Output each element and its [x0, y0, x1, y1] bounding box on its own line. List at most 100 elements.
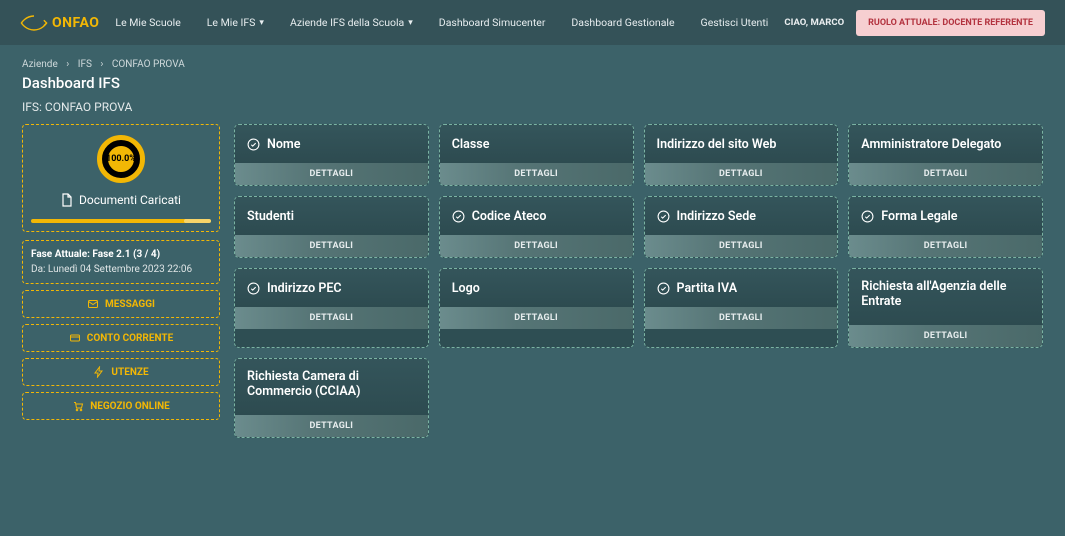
dettagli-button[interactable]: DETTAGLI [235, 163, 428, 185]
card-title: Amministratore Delegato [861, 137, 1001, 152]
sidebar-messaggi-button[interactable]: MESSAGGI [22, 290, 220, 318]
info-card: Codice Ateco DETTAGLI [439, 196, 634, 258]
page-subtitle: IFS: CONFAO PROVA [0, 100, 1065, 124]
dettagli-button[interactable]: DETTAGLI [645, 235, 838, 257]
info-card: Nome DETTAGLI [234, 124, 429, 186]
nav-dashboard-gestionale[interactable]: Dashboard Gestionale [571, 16, 674, 29]
card-title: Partita IVA [677, 281, 738, 296]
dettagli-button[interactable]: DETTAGLI [645, 163, 838, 185]
card-grid: NomeDETTAGLIClasseDETTAGLIIndirizzo del … [234, 124, 1043, 438]
info-card: Indirizzo del sito Web DETTAGLI [644, 124, 839, 186]
documents-panel: 100.0% Documenti Caricati [22, 124, 220, 232]
document-icon [61, 193, 73, 207]
gauge-percent: 100.0% [105, 143, 137, 175]
check-circle-icon [657, 282, 670, 295]
dettagli-button[interactable]: DETTAGLI [440, 235, 633, 257]
dettagli-button[interactable]: DETTAGLI [440, 307, 633, 329]
card-header: Richiesta Camera di Commercio (CCIAA) [235, 359, 428, 415]
info-card: Logo DETTAGLI [439, 268, 634, 348]
card-header: Partita IVA [645, 269, 838, 307]
sidebar-conto-corrente-button[interactable]: CONTO CORRENTE [22, 324, 220, 352]
card-title: Indirizzo Sede [677, 209, 756, 224]
check-circle-icon [861, 210, 874, 223]
card-title: Classe [452, 137, 490, 152]
main-nav: Le Mie Scuole Le Mie IFS▾ Aziende IFS de… [115, 16, 768, 29]
card-header: Indirizzo Sede [645, 197, 838, 235]
progress-gauge: 100.0% [97, 135, 145, 183]
card-title: Richiesta Camera di Commercio (CCIAA) [247, 369, 416, 399]
bank-card-icon [69, 332, 81, 344]
bolt-icon [93, 366, 105, 378]
mail-icon [87, 298, 99, 310]
nav-dashboard-simucenter[interactable]: Dashboard Simucenter [439, 16, 546, 29]
role-badge[interactable]: RUOLO ATTUALE: DOCENTE REFERENTE [856, 10, 1045, 36]
card-header: Forma Legale [849, 197, 1042, 235]
breadcrumb: Aziende › IFS › CONFAO PROVA [0, 45, 1065, 74]
info-card: Richiesta all'Agenzia delle Entrate DETTA… [848, 268, 1043, 348]
dettagli-button[interactable]: DETTAGLI [849, 325, 1042, 347]
card-title: Richiesta all'Agenzia delle Entrate [861, 279, 1030, 309]
info-card: Classe DETTAGLI [439, 124, 634, 186]
main-content: 100.0% Documenti Caricati Fase Attuale: … [0, 124, 1065, 438]
check-circle-icon [247, 138, 260, 151]
crumb-aziende[interactable]: Aziende [22, 59, 58, 70]
card-header: Studenti [235, 197, 428, 235]
sidebar-negozio-online-button[interactable]: NEGOZIO ONLINE [22, 392, 220, 420]
documents-label: Documenti Caricati [79, 193, 181, 207]
card-header: Nome [235, 125, 428, 163]
top-bar: ONFAO Le Mie Scuole Le Mie IFS▾ Aziende … [0, 0, 1065, 45]
card-header: Richiesta all'Agenzia delle Entrate [849, 269, 1042, 325]
phase-current: Fase Attuale: Fase 2.1 (3 / 4) [31, 247, 211, 262]
info-card: Indirizzo PEC DETTAGLI [234, 268, 429, 348]
dettagli-button[interactable]: DETTAGLI [235, 415, 428, 437]
page-title: Dashboard IFS [0, 74, 1065, 100]
chevron-down-icon: ▾ [259, 18, 264, 28]
info-card: Indirizzo Sede DETTAGLI [644, 196, 839, 258]
check-circle-icon [452, 210, 465, 223]
card-header: Indirizzo PEC [235, 269, 428, 307]
sidebar: 100.0% Documenti Caricati Fase Attuale: … [22, 124, 220, 438]
card-title: Studenti [247, 209, 294, 224]
nav-le-mie-scuole[interactable]: Le Mie Scuole [115, 16, 180, 29]
crumb-ifs[interactable]: IFS [78, 59, 92, 70]
card-header: Classe [440, 125, 633, 163]
card-header: Logo [440, 269, 633, 307]
info-card: Richiesta Camera di Commercio (CCIAA) DET… [234, 358, 429, 438]
dettagli-button[interactable]: DETTAGLI [849, 163, 1042, 185]
info-card: Partita IVA DETTAGLI [644, 268, 839, 348]
progress-bar [31, 219, 211, 223]
card-title: Codice Ateco [472, 209, 547, 224]
phase-panel: Fase Attuale: Fase 2.1 (3 / 4) Da: Luned… [22, 240, 220, 284]
card-title: Indirizzo del sito Web [657, 137, 777, 152]
dettagli-button[interactable]: DETTAGLI [849, 235, 1042, 257]
card-header: Codice Ateco [440, 197, 633, 235]
dettagli-button[interactable]: DETTAGLI [440, 163, 633, 185]
card-title: Forma Legale [881, 209, 957, 224]
nav-aziende-ifs[interactable]: Aziende IFS della Scuola▾ [290, 16, 413, 29]
logo-text: ONFAO [52, 15, 99, 31]
chevron-down-icon: ▾ [408, 18, 413, 28]
sidebar-utenze-button[interactable]: UTENZE [22, 358, 220, 386]
info-card: Amministratore Delegato DETTAGLI [848, 124, 1043, 186]
info-card: Studenti DETTAGLI [234, 196, 429, 258]
card-header: Indirizzo del sito Web [645, 125, 838, 163]
crumb-current: CONFAO PROVA [112, 59, 185, 70]
dettagli-button[interactable]: DETTAGLI [235, 307, 428, 329]
nav-gestisci-utenti[interactable]: Gestisci Utenti [701, 16, 769, 29]
info-card: Forma Legale DETTAGLI [848, 196, 1043, 258]
greeting: CIAO, MARCO [784, 17, 844, 28]
card-title: Logo [452, 281, 480, 296]
dettagli-button[interactable]: DETTAGLI [645, 307, 838, 329]
card-header: Amministratore Delegato [849, 125, 1042, 163]
dettagli-button[interactable]: DETTAGLI [235, 235, 428, 257]
chevron-right-icon: › [100, 59, 103, 70]
phase-since: Da: Lunedì 04 Settembre 2023 22:06 [31, 262, 211, 277]
chevron-right-icon: › [66, 59, 69, 70]
logo-swoosh-icon [20, 14, 48, 32]
check-circle-icon [657, 210, 670, 223]
logo[interactable]: ONFAO [20, 14, 99, 32]
card-title: Indirizzo PEC [267, 281, 342, 296]
card-title: Nome [267, 137, 301, 152]
check-circle-icon [247, 282, 260, 295]
nav-le-mie-ifs[interactable]: Le Mie IFS▾ [207, 16, 264, 29]
